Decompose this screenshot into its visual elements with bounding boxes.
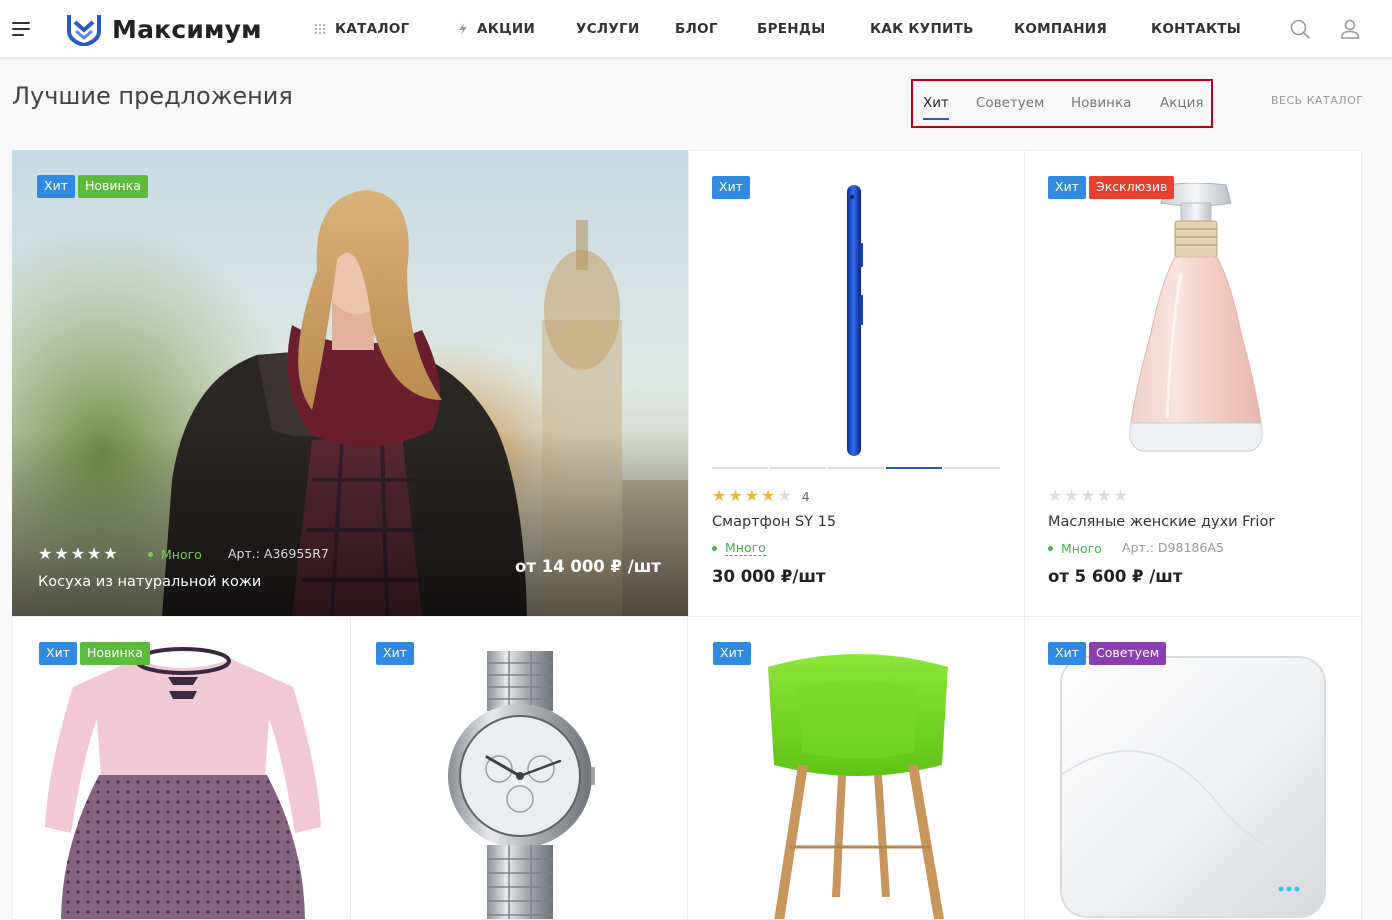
star-icon: ★ (744, 486, 760, 505)
nav-item-blog[interactable]: БЛОГ (675, 0, 718, 58)
badge-group: Хит (376, 642, 414, 665)
badge-group: Хит Новинка (39, 642, 150, 665)
star-icon: ★ (103, 544, 118, 563)
lightning-icon (458, 23, 468, 35)
product-image (1129, 183, 1263, 452)
star-icon: ★ (1064, 486, 1079, 505)
product-name[interactable]: Косуха из натуральной кожи (38, 574, 261, 590)
star-icon: ★ (38, 544, 53, 563)
logo-mark (67, 15, 101, 46)
badge-hit: Хит (37, 175, 75, 198)
nav-item-services[interactable]: УСЛУГИ (576, 0, 640, 58)
product-card-smartphone[interactable]: Хит ★ ★ ★ ★ ★ 4 Смартфон SY 15 Много 30 … (688, 150, 1025, 617)
section-title: Лучшие предложения (12, 82, 293, 110)
product-card-perfume[interactable]: Хит Эксклюзив ★ ★ ★ ★ ★ Масляные женские… (1024, 150, 1362, 617)
nav-item-contacts[interactable]: КОНТАКТЫ (1151, 0, 1241, 58)
product-price: от 5 600 ₽ /шт (1048, 567, 1183, 586)
badge-hit: Хит (39, 642, 77, 665)
badge-hit: Хит (376, 642, 414, 665)
badge-hit: Хит (713, 642, 751, 665)
star-icon: ★ (87, 544, 102, 563)
product-image (768, 654, 948, 919)
pager-dot[interactable] (944, 467, 1000, 469)
product-price: 30 000 ₽/шт (712, 567, 826, 586)
star-icon: ★ (54, 544, 69, 563)
star-icon: ★ (1113, 486, 1128, 505)
product-card-chair[interactable]: Хит (687, 616, 1025, 920)
tab-new[interactable]: Новинка (1071, 95, 1131, 111)
star-icon: ★ (728, 486, 743, 505)
badge-exclusive: Эксклюзив (1088, 176, 1175, 199)
star-icon: ★ (1048, 486, 1063, 505)
star-icon: ★ (70, 544, 86, 563)
nav-label: БРЕНДЫ (757, 21, 826, 37)
article-number: Арт.: A36955R7 (228, 546, 329, 561)
badge-group: Хит Новинка (37, 175, 148, 198)
product-image (448, 651, 595, 919)
star-icon: ★ (1097, 486, 1112, 505)
badge-group: Хит Эксклюзив (1048, 176, 1175, 199)
nav-label: КОМПАНИЯ (1014, 21, 1108, 37)
star-icon: ★ (712, 486, 727, 505)
nav-label: КОНТАКТЫ (1151, 21, 1242, 37)
search-icon[interactable] (1288, 17, 1312, 41)
nav-label: АКЦИИ (477, 21, 536, 37)
product-price: от 14 000 ₽ /шт (515, 557, 661, 576)
nav-item-brands[interactable]: БРЕНДЫ (757, 0, 826, 58)
menu-icon[interactable] (12, 22, 30, 36)
site-logo[interactable]: Максимум (66, 10, 262, 48)
grid-icon (314, 23, 326, 35)
nav-item-company[interactable]: КОМПАНИЯ (1014, 0, 1107, 58)
user-icon[interactable] (1338, 17, 1362, 41)
nav-label: КАК КУПИТЬ (870, 21, 974, 37)
tab-sale[interactable]: Акция (1160, 95, 1203, 111)
pager-dot[interactable] (828, 467, 884, 469)
badge-new: Новинка (79, 642, 150, 665)
badge-hit: Хит (712, 176, 750, 199)
tab-hit[interactable]: Хит (923, 95, 949, 120)
product-card-dress[interactable]: Хит Новинка (12, 616, 351, 920)
tab-recommend[interactable]: Советуем (976, 95, 1044, 111)
nav-item-how-to-buy[interactable]: КАК КУПИТЬ (870, 0, 974, 58)
nav-item-catalog[interactable]: КАТАЛОГ (314, 0, 410, 58)
badge-group: Хит (712, 176, 750, 199)
site-header: Максимум КАТАЛОГ АКЦИИ УСЛУГИ БЛОГ БРЕНД… (0, 0, 1392, 58)
badge-hit: Хит (1048, 642, 1086, 665)
rating-stars: ★ ★ ★ ★ ★ (1048, 488, 1128, 504)
pager-dot[interactable] (712, 467, 768, 469)
star-icon: ★ (761, 486, 776, 505)
stock-status[interactable]: Много (712, 540, 766, 556)
image-pager (712, 467, 1000, 469)
product-name[interactable]: Смартфон SY 15 (712, 514, 836, 530)
nav-label: КАТАЛОГ (335, 21, 410, 37)
product-image (45, 647, 321, 919)
logo-text: Максимум (112, 14, 262, 44)
product-card-jacket[interactable]: Хит Новинка ★ ★ ★ ★ ★ Много Арт.: A36955… (12, 150, 688, 617)
nav-label: БЛОГ (675, 21, 718, 37)
badge-group: Хит Советуем (1048, 642, 1167, 665)
badge-hit: Хит (1048, 176, 1086, 199)
article-number: Арт.: D98186A5 (1122, 540, 1224, 555)
product-name[interactable]: Масляные женские духи Frior (1048, 514, 1274, 530)
product-image (847, 185, 863, 456)
nav-label: УСЛУГИ (576, 21, 640, 37)
nav-item-sales[interactable]: АКЦИИ (458, 0, 535, 58)
all-catalog-link[interactable]: ВЕСЬ КАТАЛОГ (1271, 94, 1363, 107)
badge-recommend: Советуем (1088, 642, 1167, 665)
rating-stars: ★ ★ ★ ★ ★ 4 (712, 488, 810, 504)
product-image (1060, 656, 1326, 918)
pager-dot[interactable] (770, 467, 826, 469)
stock-status: Много (1048, 541, 1102, 556)
star-icon: ★ (1080, 486, 1096, 505)
filter-tabs: Хит Советуем Новинка Акция (911, 79, 1213, 128)
rating-stars: ★ ★ ★ ★ ★ (38, 546, 118, 562)
stock-status: Много (148, 547, 202, 562)
star-icon: ★ (777, 486, 792, 505)
badge-group: Хит (713, 642, 751, 665)
product-card-router[interactable]: Хит Советуем (1024, 616, 1362, 920)
rating-count: 4 (801, 488, 810, 504)
product-card-watch[interactable]: Хит (350, 616, 688, 920)
badge-new: Новинка (77, 175, 148, 198)
pager-dot-active[interactable] (886, 467, 942, 469)
